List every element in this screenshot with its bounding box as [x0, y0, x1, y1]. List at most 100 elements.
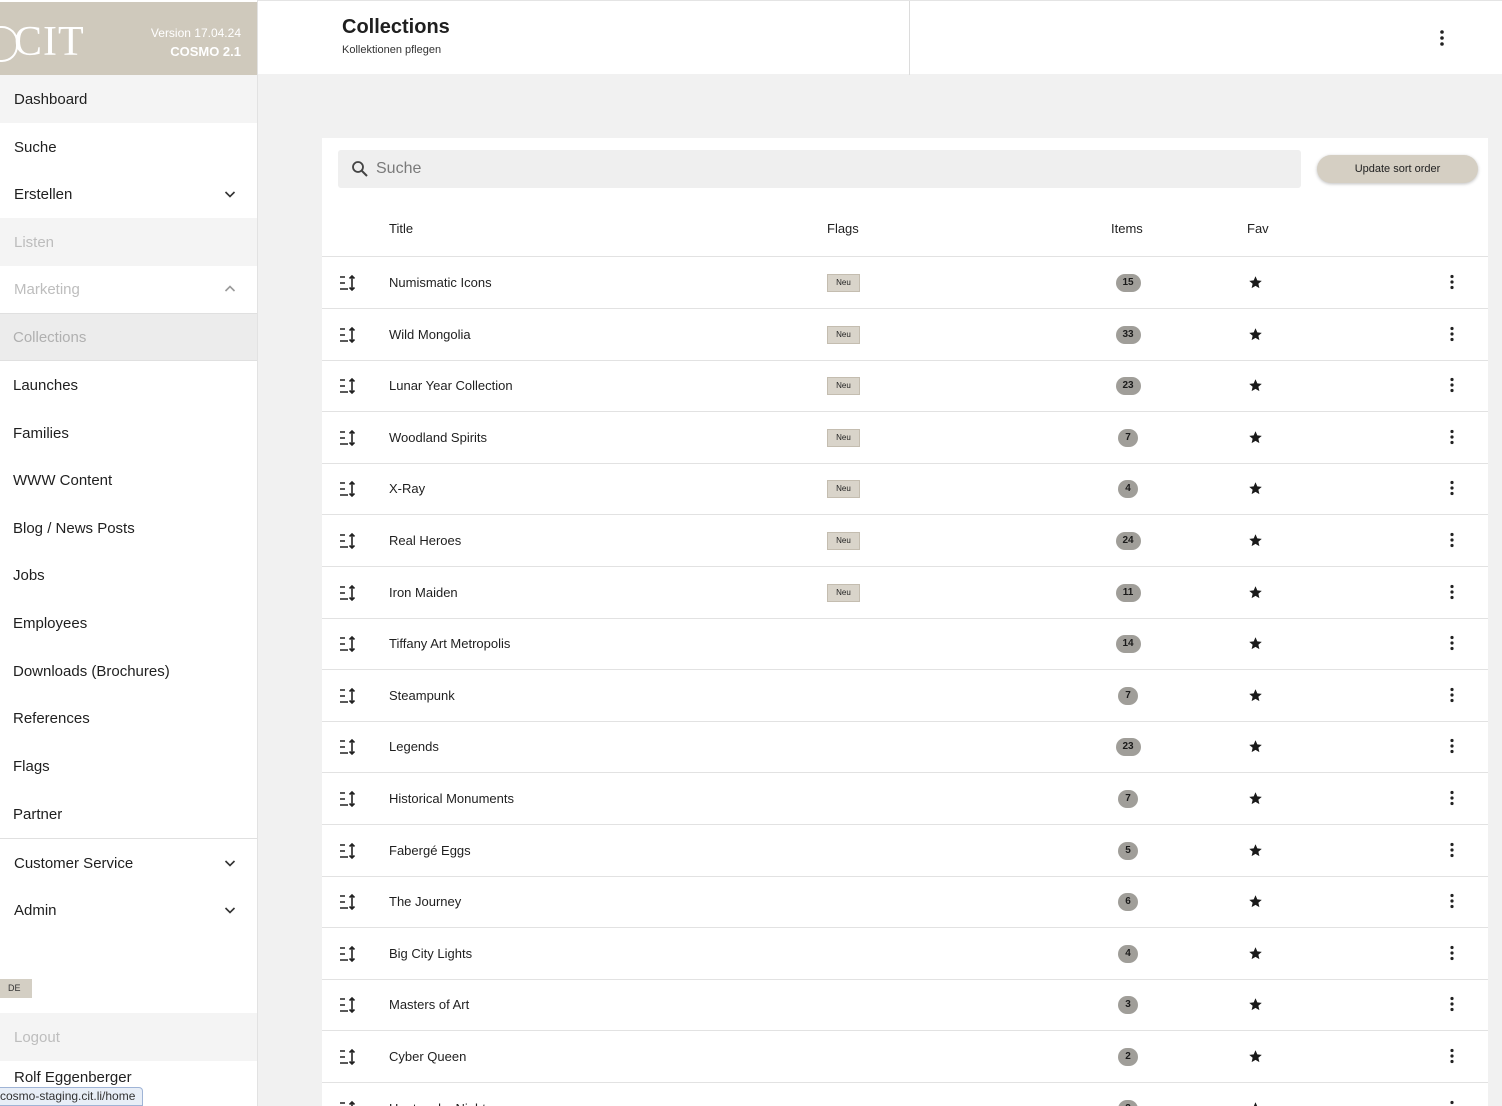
- collection-title[interactable]: Tiffany Art Metropolis: [389, 636, 510, 651]
- table-row[interactable]: Legends 23: [322, 721, 1488, 774]
- sidebar-item-jobs[interactable]: Jobs: [0, 551, 257, 599]
- star-icon[interactable]: [1248, 894, 1263, 909]
- column-header-title[interactable]: Title: [389, 221, 413, 236]
- more-vertical-icon[interactable]: [1443, 1099, 1461, 1106]
- more-vertical-icon[interactable]: [1443, 479, 1461, 497]
- collection-title[interactable]: Steampunk: [389, 688, 455, 703]
- drag-sort-icon[interactable]: [338, 635, 358, 653]
- table-row[interactable]: Big City Lights 4: [322, 928, 1488, 980]
- drag-sort-icon[interactable]: [338, 326, 358, 344]
- drag-sort-icon[interactable]: [338, 945, 358, 963]
- sidebar-item-erstellen[interactable]: Erstellen: [0, 170, 257, 218]
- drag-sort-icon[interactable]: [338, 480, 358, 498]
- more-vertical-icon[interactable]: [1443, 583, 1461, 601]
- sidebar-item-dashboard[interactable]: Dashboard: [0, 75, 257, 123]
- sidebar-item-flags[interactable]: Flags: [0, 742, 257, 790]
- star-icon[interactable]: [1248, 481, 1263, 496]
- sidebar-item-listen[interactable]: Listen: [0, 218, 257, 266]
- collection-title[interactable]: Iron Maiden: [389, 585, 458, 600]
- drag-sort-icon[interactable]: [338, 893, 358, 911]
- star-icon[interactable]: [1248, 688, 1263, 703]
- sidebar-item-suche[interactable]: Suche: [0, 123, 257, 171]
- drag-sort-icon[interactable]: [338, 429, 358, 447]
- table-row[interactable]: Masters of Art 3: [322, 979, 1488, 1032]
- drag-sort-icon[interactable]: [338, 842, 358, 860]
- drag-sort-icon[interactable]: [338, 790, 358, 808]
- collection-title[interactable]: Hunters by Night: [389, 1101, 486, 1106]
- star-icon[interactable]: [1248, 327, 1263, 342]
- sidebar-item-marketing[interactable]: Marketing: [0, 265, 257, 313]
- table-row[interactable]: Historical Monuments 7: [322, 773, 1488, 825]
- drag-sort-icon[interactable]: [338, 1100, 358, 1106]
- more-vertical-icon[interactable]: [1443, 1047, 1461, 1065]
- collection-title[interactable]: Real Heroes: [389, 533, 461, 548]
- more-vertical-icon[interactable]: [1443, 995, 1461, 1013]
- collection-title[interactable]: Lunar Year Collection: [389, 378, 513, 393]
- collection-title[interactable]: Woodland Spirits: [389, 430, 487, 445]
- sidebar-item-downloads[interactable]: Downloads (Brochures): [0, 647, 257, 695]
- more-vertical-icon[interactable]: [1443, 892, 1461, 910]
- star-icon[interactable]: [1248, 1049, 1263, 1064]
- table-row[interactable]: Wild Mongolia Neu 33: [322, 309, 1488, 361]
- drag-sort-icon[interactable]: [338, 738, 358, 756]
- collection-title[interactable]: Cyber Queen: [389, 1049, 466, 1064]
- collection-title[interactable]: Historical Monuments: [389, 791, 514, 806]
- more-vertical-icon[interactable]: [1443, 841, 1461, 859]
- logout-button[interactable]: Logout: [0, 1013, 257, 1061]
- table-row[interactable]: Steampunk 7: [322, 670, 1488, 722]
- table-row[interactable]: Iron Maiden Neu 11: [322, 567, 1488, 619]
- column-header-flags[interactable]: Flags: [827, 221, 859, 236]
- sidebar-item-partner[interactable]: Partner: [0, 790, 257, 838]
- collection-title[interactable]: Fabergé Eggs: [389, 843, 471, 858]
- table-row[interactable]: Hunters by Night 2: [322, 1083, 1488, 1106]
- table-row[interactable]: Real Heroes Neu 24: [322, 515, 1488, 567]
- sidebar-item-references[interactable]: References: [0, 694, 257, 742]
- drag-sort-icon[interactable]: [338, 996, 358, 1014]
- collection-title[interactable]: The Journey: [389, 894, 461, 909]
- drag-sort-icon[interactable]: [338, 532, 358, 550]
- more-vertical-icon[interactable]: [1443, 376, 1461, 394]
- table-row[interactable]: Cyber Queen 2: [322, 1031, 1488, 1083]
- star-icon[interactable]: [1248, 585, 1263, 600]
- more-vertical-icon[interactable]: [1443, 273, 1461, 291]
- star-icon[interactable]: [1248, 946, 1263, 961]
- collection-title[interactable]: Masters of Art: [389, 997, 469, 1012]
- table-row[interactable]: The Journey 6: [322, 876, 1488, 929]
- more-vertical-icon[interactable]: [1443, 737, 1461, 755]
- table-row[interactable]: Woodland Spirits Neu 7: [322, 412, 1488, 464]
- sidebar-item-employees[interactable]: Employees: [0, 599, 257, 647]
- table-row[interactable]: X-Ray Neu 4: [322, 463, 1488, 516]
- drag-sort-icon[interactable]: [338, 274, 358, 292]
- search-input[interactable]: [376, 150, 1276, 188]
- more-vertical-icon[interactable]: [1443, 686, 1461, 704]
- more-vertical-icon[interactable]: [1443, 944, 1461, 962]
- more-vertical-icon[interactable]: [1443, 634, 1461, 652]
- more-vertical-icon[interactable]: [1443, 789, 1461, 807]
- sidebar-item-admin[interactable]: Admin: [0, 886, 257, 934]
- table-row[interactable]: Lunar Year Collection Neu 23: [322, 360, 1488, 413]
- star-icon[interactable]: [1248, 533, 1263, 548]
- collection-title[interactable]: Legends: [389, 739, 439, 754]
- column-header-items[interactable]: Items: [1111, 221, 1143, 236]
- table-row[interactable]: Tiffany Art Metropolis 14: [322, 618, 1488, 671]
- star-icon[interactable]: [1248, 275, 1263, 290]
- language-switch[interactable]: DE: [0, 979, 32, 998]
- more-vertical-icon[interactable]: [1432, 28, 1452, 48]
- collection-title[interactable]: Wild Mongolia: [389, 327, 471, 342]
- star-icon[interactable]: [1248, 378, 1263, 393]
- star-icon[interactable]: [1248, 636, 1263, 651]
- drag-sort-icon[interactable]: [338, 377, 358, 395]
- column-header-fav[interactable]: Fav: [1247, 221, 1269, 236]
- more-vertical-icon[interactable]: [1443, 531, 1461, 549]
- collection-title[interactable]: Big City Lights: [389, 946, 472, 961]
- star-icon[interactable]: [1248, 1101, 1263, 1106]
- sidebar-item-launches[interactable]: Launches: [0, 361, 257, 409]
- collection-title[interactable]: X-Ray: [389, 481, 425, 496]
- sidebar-item-collections[interactable]: Collections: [0, 313, 257, 361]
- more-vertical-icon[interactable]: [1443, 325, 1461, 343]
- update-sort-order-button[interactable]: Update sort order: [1317, 155, 1478, 183]
- collection-title[interactable]: Numismatic Icons: [389, 275, 492, 290]
- drag-sort-icon[interactable]: [338, 1048, 358, 1066]
- table-row[interactable]: Numismatic Icons Neu 15: [322, 257, 1488, 309]
- sidebar-item-customer-service[interactable]: Customer Service: [0, 839, 257, 887]
